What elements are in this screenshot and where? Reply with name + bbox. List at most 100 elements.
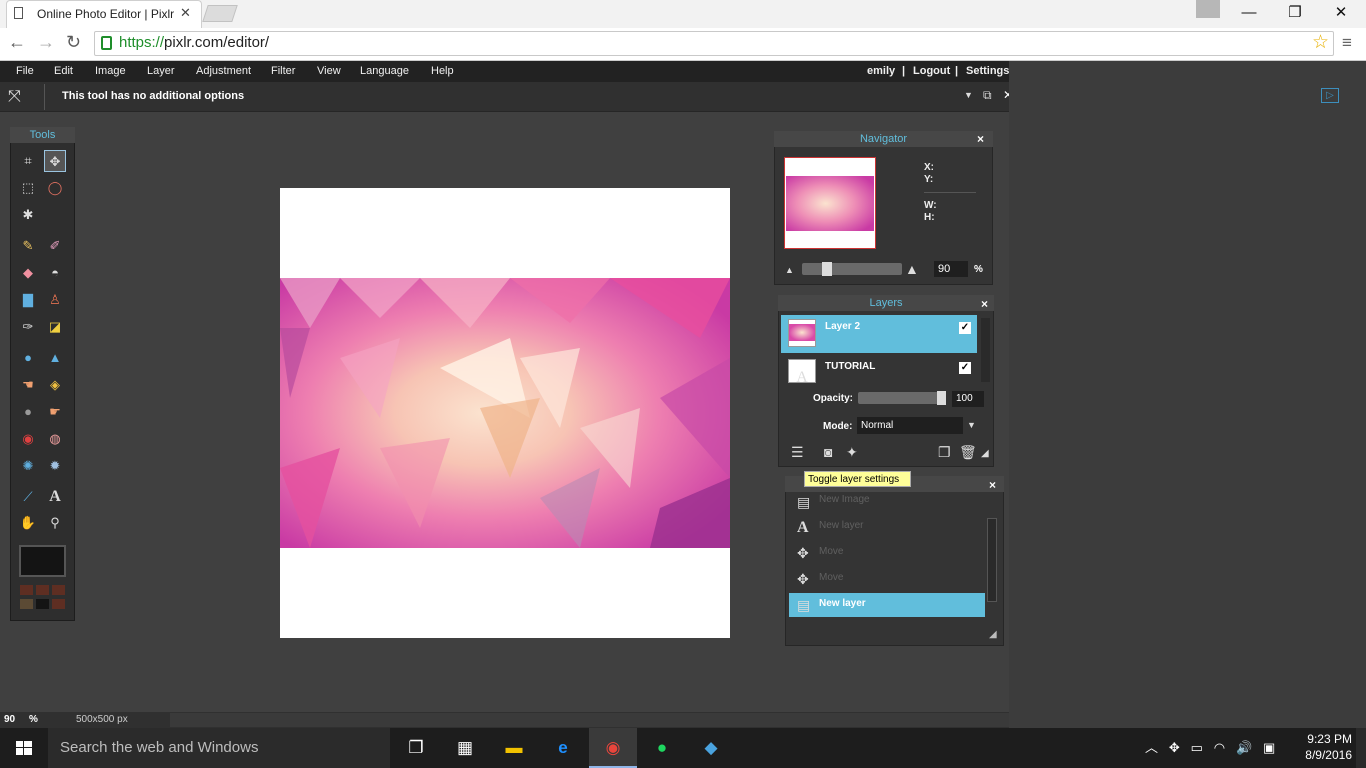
brush-icon[interactable]: ✐ [44, 235, 66, 257]
hand-icon[interactable]: ✋ [17, 512, 39, 534]
color-swatch[interactable] [52, 599, 65, 609]
blur-icon[interactable]: ● [17, 347, 39, 369]
browser-menu-icon[interactable]: ≡ [1342, 33, 1352, 53]
history-item[interactable]: New layer [819, 598, 866, 609]
new-layer-icon[interactable]: ❐ [938, 444, 951, 461]
store-icon[interactable]: ▦ [441, 728, 489, 768]
profile-icon[interactable] [1196, 0, 1220, 18]
image-canvas[interactable] [280, 188, 730, 638]
menu-language[interactable]: Language [360, 61, 409, 82]
pinch-icon[interactable]: ✹ [44, 455, 66, 477]
blend-mode-select[interactable]: Normal [857, 417, 963, 434]
layer-mask-icon[interactable]: ◙ [824, 444, 832, 460]
opacity-input[interactable]: 100 [952, 391, 984, 407]
drawing-icon[interactable]: ◪ [44, 316, 66, 338]
zoom-icon[interactable]: ⚲ [44, 512, 66, 534]
marquee-icon[interactable]: ⬚ [17, 177, 39, 199]
history-item[interactable]: New Image [819, 494, 870, 505]
settings-link[interactable]: Settings [966, 61, 1009, 82]
color-swatch-primary[interactable] [19, 545, 66, 577]
bloat-icon[interactable]: ✺ [17, 455, 39, 477]
url-text[interactable]: https://pixlr.com/editor/ [119, 34, 269, 51]
edge-icon[interactable]: e [539, 728, 587, 768]
logout-link[interactable]: Logout [913, 61, 950, 82]
menu-layer[interactable]: Layer [147, 61, 175, 82]
lasso-icon[interactable]: ◯ [44, 177, 66, 199]
layer-settings-icon[interactable]: ☰ [791, 444, 804, 461]
eraser-icon[interactable]: ◆ [17, 262, 39, 284]
history-close-icon[interactable]: × [989, 478, 996, 492]
bookmark-star-icon[interactable]: ☆ [1312, 31, 1329, 54]
tray-chevron-icon[interactable]: ︿ [1145, 740, 1158, 755]
layer-styles-icon[interactable]: ✦ [846, 444, 858, 461]
options-dropdown-icon[interactable]: ▼ [964, 90, 973, 100]
url-bar[interactable] [94, 31, 1334, 56]
system-tray[interactable]: ︿ ✥ ▭ ◠ 🔊 ▣ [1145, 728, 1275, 768]
menu-view[interactable]: View [317, 61, 341, 82]
history-item[interactable]: Move [819, 572, 843, 583]
wand-icon[interactable]: ✱ [17, 204, 39, 226]
keyboard-icon[interactable]: ▣ [1263, 740, 1275, 755]
menu-filter[interactable]: Filter [271, 61, 295, 82]
crop-icon[interactable]: ⌗ [17, 150, 39, 172]
chevron-down-icon[interactable]: ▼ [967, 420, 976, 430]
color-replace-icon[interactable]: ✑ [17, 316, 39, 338]
volume-icon[interactable]: 🔊 [1236, 740, 1252, 755]
taskbar-search[interactable]: Search the web and Windows [48, 728, 390, 768]
chrome-icon[interactable]: ◉ [589, 728, 637, 768]
dropbox-icon[interactable]: ✥ [1169, 740, 1180, 755]
burn-icon[interactable]: ☛ [44, 401, 66, 423]
opacity-slider-track[interactable] [858, 392, 946, 404]
forward-icon[interactable]: → [37, 32, 55, 53]
battery-icon[interactable]: ▭ [1191, 740, 1203, 755]
app-icon[interactable]: ◆ [687, 728, 735, 768]
zoom-input[interactable]: 90 [934, 261, 968, 277]
move-icon[interactable]: ✥ [44, 150, 66, 172]
tab-close-icon[interactable]: ✕ [180, 5, 191, 21]
history-item[interactable]: Move [819, 546, 843, 557]
history-scrollbar[interactable] [987, 518, 997, 602]
sharpen-icon[interactable]: ▲ [44, 347, 66, 369]
color-swatch[interactable] [20, 599, 33, 609]
zoom-in-icon[interactable]: ▲ [905, 261, 919, 277]
color-swatch[interactable] [52, 585, 65, 595]
fullscreen-icon[interactable]: ⧉ [983, 88, 992, 103]
gradient-icon[interactable]: ▇ [17, 289, 39, 311]
menu-help[interactable]: Help [431, 61, 454, 82]
delete-layer-icon[interactable]: 🗑 [959, 444, 977, 461]
minimize-button[interactable]: — [1226, 0, 1272, 28]
layer-visibility-checkbox[interactable]: ✓ [959, 322, 971, 334]
menu-image[interactable]: Image [95, 61, 126, 82]
menu-file[interactable]: File [16, 61, 34, 82]
resize-grip-icon[interactable]: ◢ [981, 448, 989, 459]
opacity-slider-handle[interactable] [937, 391, 946, 405]
close-window-button[interactable]: ✕ [1318, 0, 1364, 28]
sponge-icon[interactable]: ◈ [44, 374, 66, 396]
show-desktop-button[interactable] [1356, 728, 1366, 768]
pencil-icon[interactable]: ✎ [17, 235, 39, 257]
red-eye-icon[interactable]: ◉ [17, 428, 39, 450]
color-swatch[interactable] [20, 585, 33, 595]
text-icon[interactable]: A [44, 486, 66, 508]
task-view-icon[interactable]: ❐ [392, 728, 440, 768]
zoom-slider-track[interactable] [802, 263, 902, 275]
smudge-icon[interactable]: ☚ [17, 374, 39, 396]
navigator-thumbnail[interactable] [784, 157, 876, 249]
zoom-out-icon[interactable]: ▲ [785, 265, 794, 275]
spot-heal-icon[interactable]: ◍ [44, 428, 66, 450]
file-explorer-icon[interactable]: ▬ [490, 728, 538, 768]
username[interactable]: emily [867, 61, 895, 82]
layer-visibility-checkbox[interactable]: ✓ [959, 362, 971, 374]
start-button[interactable] [0, 728, 48, 768]
bucket-icon[interactable]: ◓ [44, 262, 66, 284]
reload-icon[interactable]: ↻ [66, 32, 81, 53]
history-item[interactable]: New layer [819, 520, 863, 531]
color-swatch[interactable] [36, 599, 49, 609]
color-swatch[interactable] [36, 585, 49, 595]
stamp-icon[interactable]: ♙ [44, 289, 66, 311]
wifi-icon[interactable]: ◠ [1214, 740, 1225, 755]
new-tab-button[interactable] [202, 5, 238, 22]
clock[interactable]: 9:23 PM 8/9/2016 [1290, 731, 1352, 763]
menu-edit[interactable]: Edit [54, 61, 73, 82]
ad-choices-icon[interactable]: ▷ [1321, 88, 1339, 103]
